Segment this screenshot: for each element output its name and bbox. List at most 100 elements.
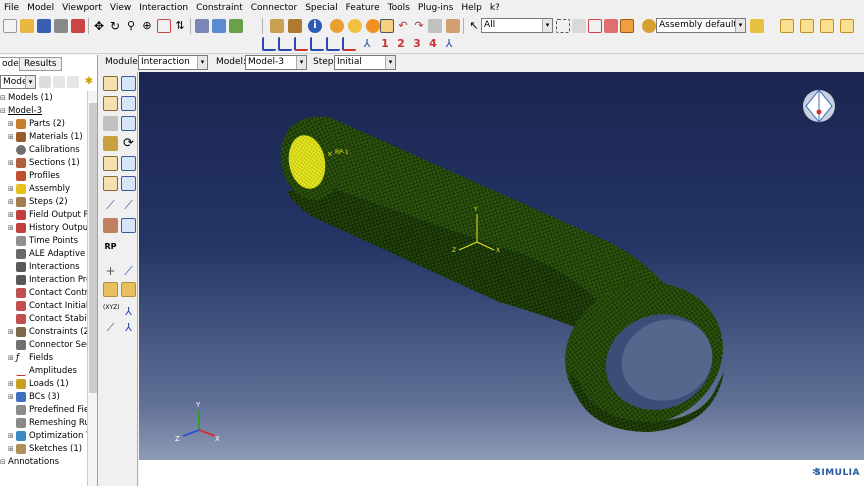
save-icon[interactable] [37, 19, 51, 33]
tree-item-sketches[interactable]: ⊞ Sketches (1) [8, 442, 82, 455]
view-preset-3[interactable]: 3 [410, 37, 424, 51]
datum-transform-icon[interactable]: ⟋ [103, 320, 118, 335]
expander-icon[interactable]: ⊞ [8, 133, 16, 141]
new-model-icon[interactable] [3, 19, 17, 33]
menu-file[interactable]: File [0, 3, 23, 13]
create-wire-icon[interactable]: ⟋ [103, 198, 118, 213]
expander-icon[interactable]: ⊞ [8, 159, 16, 167]
create-connector-section-icon[interactable] [103, 176, 118, 191]
expander-icon[interactable]: ⊞ [8, 380, 16, 388]
collapse-icon[interactable] [67, 76, 79, 88]
filter-icon[interactable] [39, 76, 51, 88]
expander-icon[interactable]: ⊞ [8, 328, 16, 336]
color-map-icon[interactable] [750, 19, 764, 33]
menu-view[interactable]: View [106, 3, 135, 13]
view-axis-5-icon[interactable] [326, 37, 340, 51]
view-axis-4-icon[interactable] [310, 37, 324, 51]
menu-special[interactable]: Special [301, 3, 341, 13]
view-top-icon[interactable] [820, 19, 834, 33]
tree-model-combo[interactable]: Model ▾ [0, 75, 36, 89]
assembly-defaults-combo[interactable]: Assembly defaults ▾ [656, 18, 746, 33]
tree-item-parts[interactable]: ⊞ Parts (2) [8, 117, 65, 130]
tree-item-steps[interactable]: ⊞ Steps (2) [8, 195, 68, 208]
scrollbar-thumb[interactable] [89, 103, 97, 393]
tree-item-contact-controls[interactable]: Contact Contro [8, 286, 93, 299]
query-icon[interactable] [270, 19, 284, 33]
tree-item-contact-init[interactable]: Contact Initializ [8, 299, 95, 312]
menu-plugins[interactable]: Plug-ins [414, 3, 458, 13]
iso-view-icon[interactable]: ⅄ [360, 37, 374, 51]
find-contact-pairs-icon[interactable] [103, 136, 118, 151]
tree-item-calibrations[interactable]: Calibrations [8, 143, 80, 156]
tree-item-ale-adaptive[interactable]: ALE Adaptive M [8, 247, 95, 260]
create-datum-axis-icon[interactable]: ⟋ [121, 264, 136, 279]
tree-item-models[interactable]: ⊟ Models (1) [0, 91, 53, 104]
contact-stabilization-icon[interactable]: ⟳ [121, 136, 136, 151]
tree-item-interaction-props[interactable]: Interaction Pro [8, 273, 91, 286]
redo-view-icon[interactable]: ↷ [412, 19, 426, 33]
menu-feature[interactable]: Feature [342, 3, 384, 13]
tree-item-interactions[interactable]: Interactions [8, 260, 80, 273]
view-front-icon[interactable] [800, 19, 814, 33]
context-help-icon[interactable]: k? [486, 3, 504, 13]
arrow-select-icon[interactable]: ↖ [467, 19, 481, 33]
expander-icon[interactable]: ⊟ [0, 107, 8, 115]
ruler-icon[interactable] [288, 19, 302, 33]
view-axis-3-icon[interactable] [294, 37, 308, 51]
tree-item-predefined-fields[interactable]: Predefined Fiel [8, 403, 91, 416]
select-from-viewport-icon[interactable] [572, 19, 586, 33]
tree-item-history-output[interactable]: ⊞ History Output [8, 221, 91, 234]
color-palette-icon[interactable] [642, 19, 656, 33]
mesh-model[interactable]: × RP-1 Y X Z Y X Z [139, 72, 864, 460]
create-connector-assignment-icon[interactable] [103, 218, 118, 233]
create-datum-csys-icon[interactable] [121, 282, 136, 297]
connector-section-manager-icon[interactable] [121, 176, 136, 191]
render-hidden-icon[interactable] [212, 19, 226, 33]
create-constraint-icon[interactable] [103, 156, 118, 171]
menu-connector[interactable]: Connector [247, 3, 301, 13]
tree-item-field-output[interactable]: ⊞ Field Output Re [8, 208, 94, 221]
datum-triad-icon[interactable]: ⅄ [121, 304, 136, 319]
view-iso-icon[interactable] [780, 19, 794, 33]
open-folder-icon[interactable] [20, 19, 34, 33]
tree-item-fields[interactable]: ⊞ ƒ Fields [8, 351, 53, 364]
expander-icon[interactable]: ⊞ [8, 445, 16, 453]
display-group-icon[interactable] [330, 19, 344, 33]
create-interaction-property-icon[interactable] [103, 96, 118, 111]
expander-icon[interactable]: ⊞ [8, 432, 16, 440]
create-interaction-icon[interactable] [103, 76, 118, 91]
graphics-viewport[interactable]: × RP-1 Y X Z Y X Z [139, 72, 864, 460]
expander-icon[interactable]: ⊞ [8, 211, 16, 219]
connector-assignment-manager-icon[interactable] [121, 218, 136, 233]
display-group-add-icon[interactable] [366, 19, 380, 33]
tree-item-annotations[interactable]: ⊟ Annotations [0, 455, 59, 468]
menu-interaction[interactable]: Interaction [135, 3, 192, 13]
view-axis-6-icon[interactable] [342, 37, 356, 51]
view-axis-2-icon[interactable] [278, 37, 292, 51]
tree-item-profiles[interactable]: Profiles [8, 169, 60, 182]
render-shaded-icon[interactable] [229, 19, 243, 33]
select-options-icon[interactable] [620, 19, 634, 33]
tree-item-time-points[interactable]: Time Points [8, 234, 78, 247]
cycle-views-icon[interactable]: ⇅ [173, 19, 187, 33]
undo-view-icon[interactable]: ↶ [396, 19, 410, 33]
view-preset-2[interactable]: 2 [394, 37, 408, 51]
contact-controls-manager-icon[interactable] [121, 116, 136, 131]
display-group-replace-icon[interactable] [348, 19, 362, 33]
reference-point-icon[interactable]: RP [103, 239, 118, 254]
wire-manager-icon[interactable]: ⟋ [121, 198, 136, 213]
expander-icon[interactable]: ⊞ [8, 393, 16, 401]
tree-scrollbar[interactable] [87, 91, 97, 486]
create-datum-point-icon[interactable]: + [103, 264, 118, 279]
query-coords-icon[interactable]: (XYZ) [103, 304, 120, 319]
create-datum-plane-icon[interactable] [103, 282, 118, 297]
select-tool-icon[interactable] [380, 19, 394, 33]
tab-results[interactable]: Results [19, 57, 62, 71]
menu-tools[interactable]: Tools [384, 3, 414, 13]
create-contact-controls-icon[interactable] [103, 116, 118, 131]
expander-icon[interactable]: ⊟ [0, 458, 8, 466]
view-preset-1[interactable]: 1 [378, 37, 392, 51]
pan-icon[interactable]: ✥ [92, 19, 106, 33]
auto-fit-icon[interactable] [157, 19, 171, 33]
expander-icon[interactable]: ⊞ [8, 198, 16, 206]
